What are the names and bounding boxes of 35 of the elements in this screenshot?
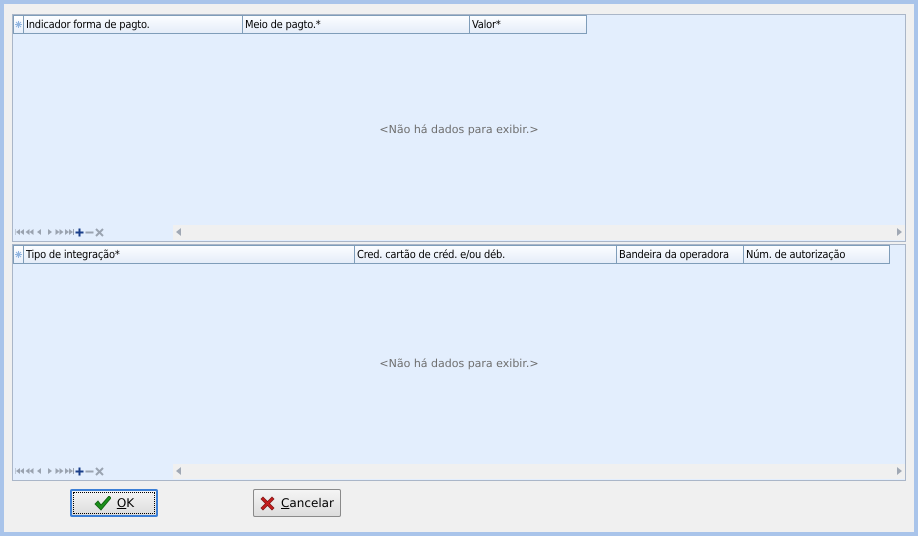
previous-page-icon[interactable]: [25, 228, 34, 236]
cross-icon: [260, 496, 276, 510]
scroll-left-icon[interactable]: [176, 467, 181, 475]
cancel-button[interactable]: Cancelar: [253, 489, 341, 517]
previous-record-icon[interactable]: [35, 228, 44, 236]
horizontal-scrollbar[interactable]: [173, 224, 905, 240]
previous-record-icon[interactable]: [35, 466, 44, 476]
scroll-right-icon[interactable]: [897, 228, 902, 236]
column-header[interactable]: Indicador forma de pagto.: [24, 15, 243, 34]
previous-page-icon[interactable]: [25, 466, 34, 476]
scroll-right-icon[interactable]: [897, 467, 902, 475]
scroll-left-icon[interactable]: [176, 228, 181, 236]
snowflake-icon: [15, 251, 22, 258]
first-record-icon[interactable]: [15, 228, 24, 236]
first-record-icon[interactable]: [15, 466, 24, 476]
next-page-icon[interactable]: [55, 228, 64, 236]
ok-button[interactable]: OK: [70, 489, 158, 517]
column-header[interactable]: Bandeira da operadora: [617, 245, 744, 264]
empty-message: <Não há dados para exibir.>: [379, 357, 539, 370]
plus-icon[interactable]: [75, 466, 84, 476]
next-record-icon[interactable]: [45, 228, 54, 236]
delete-icon[interactable]: [95, 466, 104, 476]
checkmark-icon: [94, 496, 111, 510]
snowflake-icon: [15, 21, 22, 28]
next-record-icon[interactable]: [45, 466, 54, 476]
column-header[interactable]: Valor*: [470, 15, 587, 34]
column-header[interactable]: Cred. cartão de créd. e/ou déb.: [355, 245, 617, 264]
column-header[interactable]: Meio de pagto.*: [243, 15, 470, 34]
empty-message: <Não há dados para exibir.>: [379, 122, 539, 136]
horizontal-scrollbar[interactable]: [173, 464, 905, 478]
plus-icon[interactable]: [75, 228, 84, 236]
next-page-icon[interactable]: [55, 466, 64, 476]
column-header[interactable]: Tipo de integração*: [24, 245, 355, 264]
delete-icon[interactable]: [95, 228, 104, 236]
column-header[interactable]: Núm. de autorização: [744, 245, 890, 264]
